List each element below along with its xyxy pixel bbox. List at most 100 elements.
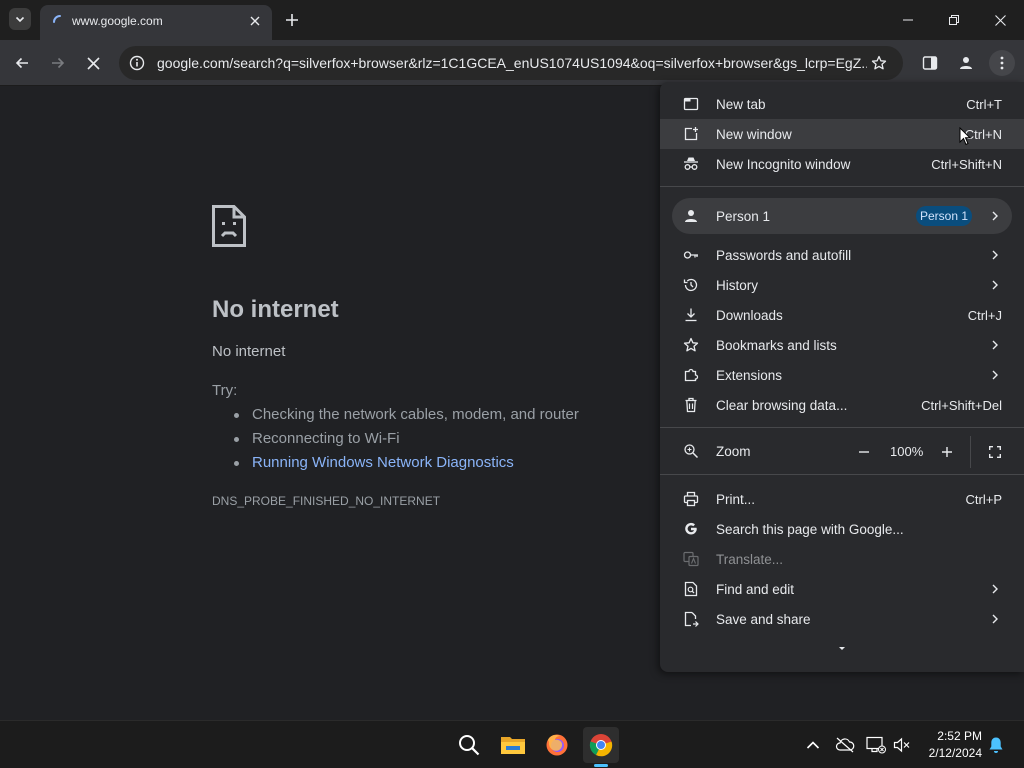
find-page-icon	[683, 581, 699, 597]
minimize-button[interactable]	[891, 6, 925, 34]
menu-item-zoom: Zoom 100%	[660, 436, 1024, 468]
star-icon	[871, 55, 887, 70]
suggestion-item: Checking the network cables, modem, and …	[230, 405, 579, 429]
translate-icon	[683, 551, 699, 567]
browser-menu: New tab Ctrl+T New window Ctrl+N New Inc…	[660, 82, 1024, 672]
new-tab-icon	[683, 96, 699, 112]
menu-item-downloads[interactable]: Downloads Ctrl+J	[660, 300, 1024, 330]
menu-item-label: Find and edit	[716, 582, 795, 597]
menu-item-shortcut: Ctrl+J	[967, 308, 1002, 323]
taskbar-file-explorer[interactable]	[495, 727, 531, 763]
restore-button[interactable]	[937, 6, 971, 34]
clock-time[interactable]: 2:52 PM	[930, 729, 982, 743]
menu-item-shortcut: Ctrl+P	[965, 492, 1002, 507]
clock-date[interactable]: 2/12/2024	[916, 746, 982, 760]
loading-spinner-icon	[53, 15, 61, 23]
menu-item-clear-data[interactable]: Clear browsing data... Ctrl+Shift+Del	[660, 390, 1024, 420]
menu-item-label: Bookmarks and lists	[716, 338, 837, 353]
tray-overflow-button[interactable]	[803, 735, 823, 755]
chevron-right-icon	[992, 340, 998, 350]
zoom-divider	[970, 436, 971, 468]
menu-divider	[660, 474, 1024, 475]
menu-item-label: Zoom	[716, 444, 751, 459]
tray-volume[interactable]	[892, 735, 912, 755]
forward-button[interactable]	[45, 50, 71, 76]
menu-item-shortcut: Ctrl+T	[966, 97, 1002, 112]
menu-item-new-incognito[interactable]: New Incognito window Ctrl+Shift+N	[660, 149, 1024, 179]
star-icon	[683, 337, 699, 353]
network-diagnostics-link[interactable]: Running Windows Network Diagnostics	[230, 453, 579, 477]
menu-item-person[interactable]: Person 1 Person 1	[672, 198, 1012, 234]
menu-item-label: Downloads	[716, 308, 783, 323]
menu-item-label: Clear browsing data...	[716, 398, 848, 413]
browser-toolbar: google.com/search?q=silverfox+browser&rl…	[0, 40, 1024, 86]
menu-item-bookmarks[interactable]: Bookmarks and lists	[660, 330, 1024, 360]
back-button[interactable]	[9, 50, 35, 76]
plus-icon	[286, 14, 298, 26]
arrow-right-icon	[52, 57, 65, 69]
menu-item-shortcut: Ctrl+Shift+Del	[921, 398, 1002, 413]
mouse-cursor-icon	[959, 127, 971, 146]
tab-strip: www.google.com	[0, 0, 1024, 40]
tab-close-button[interactable]	[246, 12, 264, 30]
trash-icon	[683, 397, 699, 413]
browser-tab[interactable]: www.google.com	[40, 5, 272, 40]
taskbar: 2:52 PM 2/12/2024	[0, 720, 1024, 768]
close-window-button[interactable]	[983, 6, 1017, 34]
chevron-right-icon	[992, 280, 998, 290]
profile-button[interactable]	[953, 50, 979, 76]
tray-onedrive[interactable]	[835, 735, 855, 755]
plus-icon	[942, 447, 952, 457]
history-icon	[683, 277, 699, 293]
fullscreen-button[interactable]	[987, 444, 1003, 460]
menu-item-new-tab[interactable]: New tab Ctrl+T	[660, 89, 1024, 119]
zoom-out-button[interactable]	[854, 442, 874, 462]
active-app-indicator	[594, 764, 608, 767]
person-badge: Person 1	[916, 206, 972, 226]
menu-item-label: New window	[716, 127, 792, 142]
tab-search-button[interactable]	[9, 8, 31, 30]
menu-divider	[660, 427, 1024, 428]
menu-item-label: Search this page with Google...	[716, 522, 904, 537]
stop-loading-button[interactable]	[80, 50, 106, 76]
folder-icon	[501, 737, 525, 754]
taskbar-chrome[interactable]	[583, 727, 619, 763]
chevron-up-icon	[806, 741, 820, 749]
puzzle-icon	[683, 367, 699, 383]
new-tab-button[interactable]	[282, 10, 302, 30]
taskbar-search-button[interactable]	[451, 727, 487, 763]
firefox-icon	[546, 734, 568, 756]
menu-item-print[interactable]: Print... Ctrl+P	[660, 484, 1024, 514]
search-icon	[459, 735, 480, 756]
menu-scroll-down-icon[interactable]	[836, 645, 848, 653]
menu-item-find-edit[interactable]: Find and edit	[660, 574, 1024, 604]
site-info-button[interactable]	[127, 53, 147, 73]
taskbar-firefox[interactable]	[539, 727, 575, 763]
key-icon	[683, 247, 699, 263]
save-share-icon	[683, 611, 699, 627]
menu-item-extensions[interactable]: Extensions	[660, 360, 1024, 390]
menu-item-history[interactable]: History	[660, 270, 1024, 300]
google-g-icon	[683, 521, 699, 537]
menu-item-save-share[interactable]: Save and share	[660, 604, 1024, 634]
address-bar[interactable]: google.com/search?q=silverfox+browser&rl…	[119, 46, 903, 80]
close-icon	[250, 16, 260, 26]
zoom-icon	[683, 443, 699, 459]
menu-item-translate: Translate...	[660, 544, 1024, 574]
menu-item-passwords[interactable]: Passwords and autofill	[660, 240, 1024, 270]
zoom-level: 100%	[890, 444, 924, 459]
volume-muted-icon	[893, 737, 910, 753]
url-text[interactable]: google.com/search?q=silverfox+browser&rl…	[157, 55, 867, 71]
side-panel-icon	[922, 56, 938, 70]
notification-button[interactable]	[986, 735, 1006, 755]
chevron-right-icon	[992, 250, 998, 260]
menu-item-search-page[interactable]: Search this page with Google...	[660, 514, 1024, 544]
menu-item-label: Print...	[716, 492, 756, 507]
browser-menu-button[interactable]	[989, 50, 1015, 76]
bell-icon	[989, 737, 1003, 753]
tray-network[interactable]	[866, 735, 886, 755]
zoom-in-button[interactable]	[937, 442, 957, 462]
bookmark-star-button[interactable]	[869, 53, 889, 73]
menu-item-label: New tab	[716, 97, 766, 112]
side-panel-button[interactable]	[917, 50, 943, 76]
